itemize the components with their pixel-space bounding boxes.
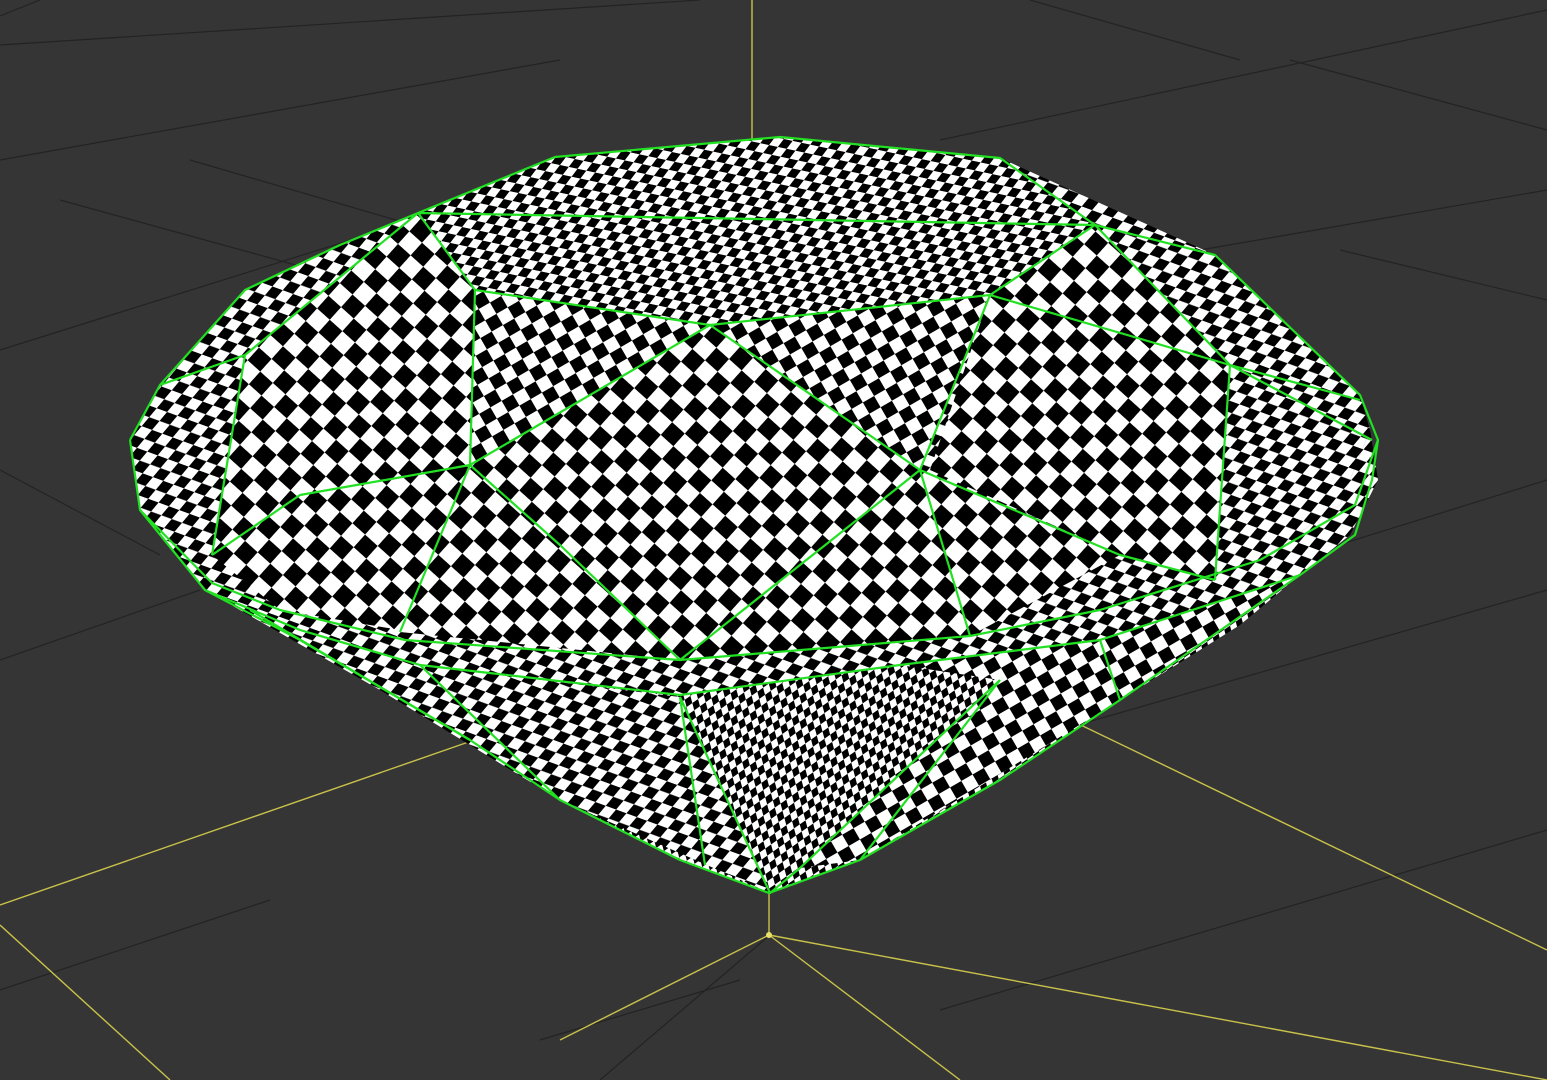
viewport-canvas[interactable] (0, 0, 1547, 1080)
world-origin (766, 932, 772, 938)
3d-viewport[interactable] (0, 0, 1547, 1080)
